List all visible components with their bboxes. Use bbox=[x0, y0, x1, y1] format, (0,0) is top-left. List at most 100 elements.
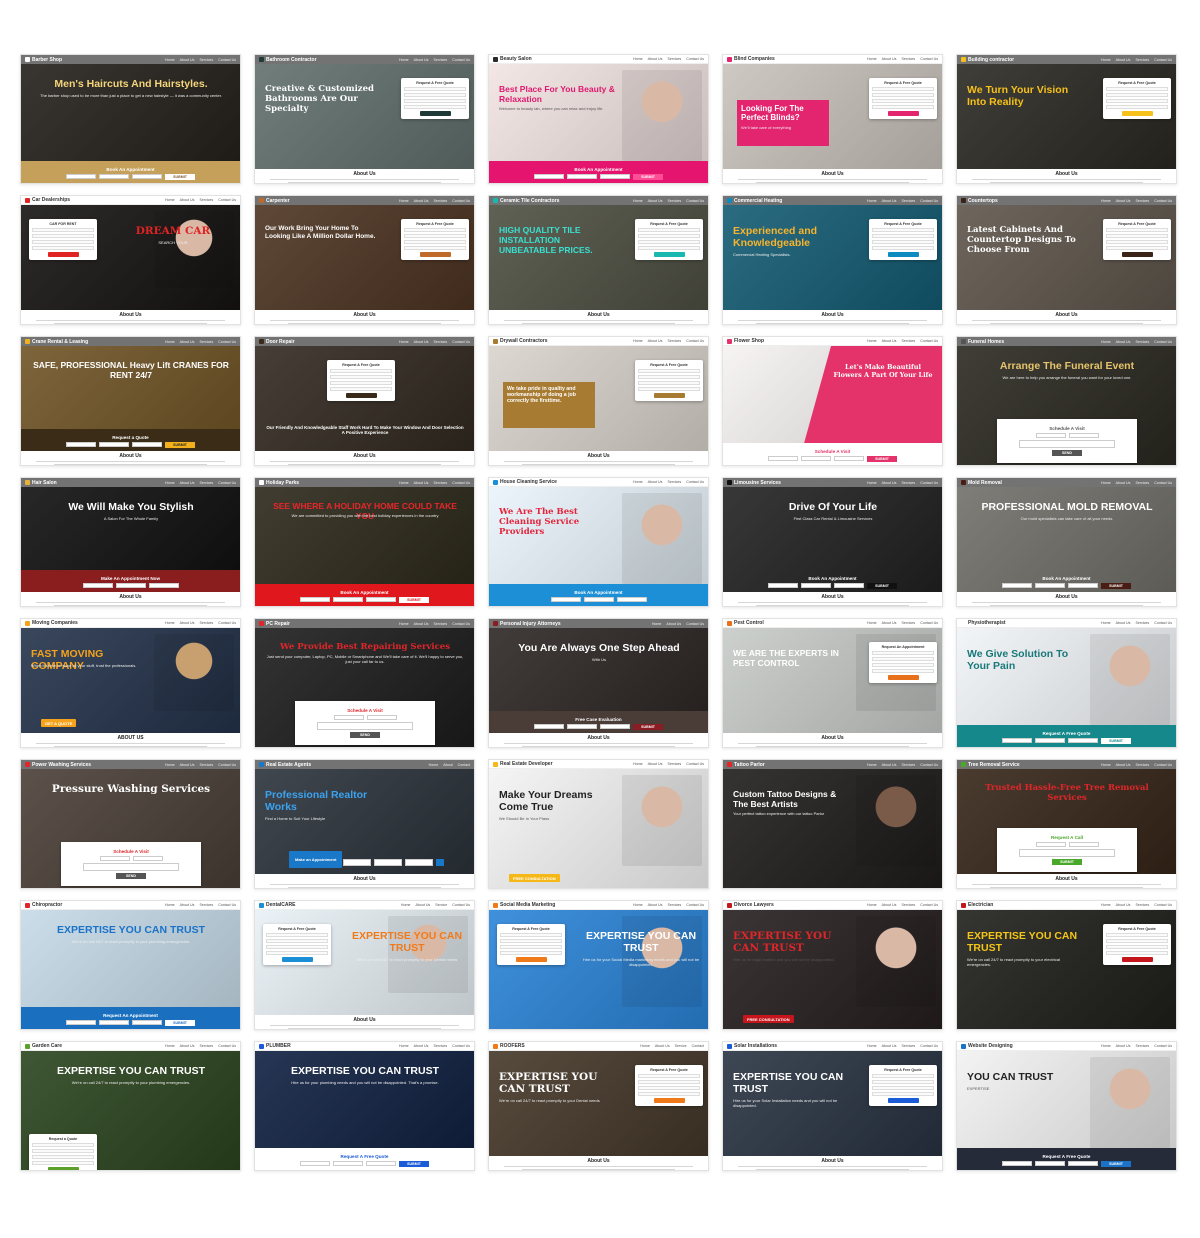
nav-item[interactable]: Home bbox=[633, 339, 643, 343]
nav-item[interactable]: Contact Us bbox=[686, 622, 704, 626]
booking-input[interactable] bbox=[99, 856, 130, 861]
booking-input[interactable] bbox=[148, 583, 179, 588]
template-card[interactable]: Garden Care Home About Us Services Contact U… bbox=[20, 1041, 241, 1171]
template-card[interactable]: Tree Removal Service Home About Us Services… bbox=[956, 759, 1177, 889]
form-input[interactable] bbox=[1106, 228, 1168, 232]
nav-item[interactable]: Home bbox=[399, 481, 409, 485]
booking-input[interactable] bbox=[600, 173, 630, 179]
form-input[interactable] bbox=[872, 1086, 934, 1090]
template-card[interactable]: Holiday Parks Home About Us Services Contact… bbox=[254, 477, 475, 607]
booking-input[interactable] bbox=[834, 455, 864, 461]
nav-item[interactable]: Services bbox=[1135, 903, 1149, 907]
nav-item[interactable]: Contact Us bbox=[218, 340, 236, 344]
submit-button[interactable] bbox=[419, 111, 451, 116]
template-card[interactable]: Door Repair Home About Us Services Contact U… bbox=[254, 336, 475, 466]
nav-item[interactable]: About Us bbox=[648, 903, 663, 907]
search-input[interactable] bbox=[405, 859, 433, 866]
submit-button[interactable] bbox=[887, 1098, 919, 1103]
template-card[interactable]: Carpenter Home About Us Services Contact Us O… bbox=[254, 195, 475, 325]
form-input[interactable] bbox=[1106, 933, 1168, 937]
form-input[interactable] bbox=[500, 933, 562, 937]
booking-input[interactable] bbox=[1035, 582, 1065, 588]
nav-item[interactable]: About Us bbox=[1116, 763, 1131, 767]
nav-item[interactable]: About Us bbox=[648, 199, 663, 203]
nav-item[interactable]: Home bbox=[633, 480, 643, 484]
nav-item[interactable]: Contact bbox=[458, 763, 470, 767]
nav-item[interactable]: Contact Us bbox=[452, 199, 470, 203]
form-input[interactable] bbox=[638, 387, 700, 391]
template-card[interactable]: Physiotherapist Home About Us Services Conta… bbox=[956, 618, 1177, 748]
nav-item[interactable]: About Us bbox=[882, 621, 897, 625]
template-card[interactable]: Blind Companies Home About Us Services Conta… bbox=[722, 54, 943, 184]
form-input[interactable] bbox=[404, 93, 466, 97]
form-input[interactable] bbox=[266, 939, 328, 943]
booking-input[interactable] bbox=[300, 1160, 330, 1166]
booking-submit-button[interactable]: SUBMIT bbox=[165, 173, 195, 180]
nav-item[interactable]: About Us bbox=[180, 903, 195, 907]
nav-item[interactable]: Services bbox=[199, 58, 213, 62]
nav-item[interactable]: Contact Us bbox=[1154, 58, 1172, 62]
template-card[interactable]: Website Designing Home About Us Services Con… bbox=[956, 1041, 1177, 1171]
nav-item[interactable]: Home bbox=[867, 621, 877, 625]
form-input[interactable] bbox=[638, 1086, 700, 1090]
nav-item[interactable]: Contact Us bbox=[452, 1044, 470, 1048]
nav-item[interactable]: Home bbox=[1101, 199, 1111, 203]
nav-item[interactable]: About Us bbox=[180, 340, 195, 344]
nav-item[interactable]: Services bbox=[433, 340, 447, 344]
nav-item[interactable]: Home bbox=[867, 763, 877, 767]
template-card[interactable]: Moving Companies Home About Us Services Cont… bbox=[20, 618, 241, 748]
nav-item[interactable]: About Us bbox=[180, 481, 195, 485]
submit-button[interactable] bbox=[887, 252, 919, 257]
booking-submit-button[interactable]: SUBMIT bbox=[399, 1160, 429, 1167]
nav-item[interactable]: Contact Us bbox=[452, 903, 470, 907]
nav-item[interactable]: Services bbox=[433, 622, 447, 626]
nav-item[interactable]: Services bbox=[433, 199, 447, 203]
template-card[interactable]: Divorce Lawyers Home About Us Services Conta… bbox=[722, 900, 943, 1030]
nav-item[interactable]: About Us bbox=[180, 198, 195, 202]
template-card[interactable]: Beauty Salon Home About Us Services Contact … bbox=[488, 54, 709, 184]
form-input[interactable] bbox=[330, 387, 392, 391]
nav-item[interactable]: Contact Us bbox=[218, 903, 236, 907]
form-input[interactable] bbox=[1106, 105, 1168, 109]
template-card[interactable]: Tattoo Parlor Home About Us Services Contact… bbox=[722, 759, 943, 889]
booking-input[interactable] bbox=[1068, 842, 1099, 847]
form-input[interactable] bbox=[330, 375, 392, 379]
form-input[interactable] bbox=[404, 228, 466, 232]
nav-item[interactable]: Contact Us bbox=[920, 339, 938, 343]
booking-input[interactable] bbox=[1035, 1160, 1065, 1166]
nav-item[interactable]: About Us bbox=[414, 481, 429, 485]
submit-button[interactable] bbox=[419, 252, 451, 257]
form-input[interactable] bbox=[872, 246, 934, 250]
booking-input[interactable] bbox=[300, 596, 330, 602]
nav-item[interactable]: Contact Us bbox=[920, 1044, 938, 1048]
nav-item[interactable]: Home bbox=[401, 903, 411, 907]
nav-item[interactable]: About Us bbox=[414, 340, 429, 344]
nav-item[interactable]: Services bbox=[901, 763, 915, 767]
template-card[interactable]: Barber Shop Home About Us Services Contact U… bbox=[20, 54, 241, 184]
nav-item[interactable]: Services bbox=[199, 198, 213, 202]
submit-button[interactable] bbox=[281, 957, 313, 962]
nav-item[interactable]: Home bbox=[399, 340, 409, 344]
nav-item[interactable]: About Us bbox=[415, 903, 430, 907]
form-input[interactable] bbox=[638, 1080, 700, 1084]
nav-item[interactable]: Services bbox=[901, 1044, 915, 1048]
form-input[interactable] bbox=[32, 240, 94, 244]
submit-button[interactable] bbox=[345, 393, 377, 398]
nav-item[interactable]: About Us bbox=[1116, 340, 1131, 344]
booking-input[interactable] bbox=[66, 1019, 96, 1025]
nav-item[interactable]: About Us bbox=[655, 1044, 670, 1048]
form-input[interactable] bbox=[1106, 945, 1168, 949]
template-card[interactable]: Hair Salon Home About Us Services Contact Us… bbox=[20, 477, 241, 607]
nav-item[interactable]: Home bbox=[1101, 903, 1111, 907]
template-card[interactable]: Bathroom Contractor Home About Us Services C… bbox=[254, 54, 475, 184]
nav-item[interactable]: Contact Us bbox=[686, 480, 704, 484]
nav-item[interactable]: Services bbox=[901, 57, 915, 61]
nav-item[interactable]: About bbox=[443, 763, 452, 767]
booking-input[interactable] bbox=[366, 596, 396, 602]
booking-input[interactable] bbox=[534, 723, 564, 729]
nav-item[interactable]: Contact Us bbox=[1154, 621, 1172, 625]
form-input[interactable] bbox=[872, 93, 934, 97]
nav-item[interactable]: Services bbox=[901, 903, 915, 907]
form-input[interactable] bbox=[404, 87, 466, 91]
form-input[interactable] bbox=[638, 234, 700, 238]
